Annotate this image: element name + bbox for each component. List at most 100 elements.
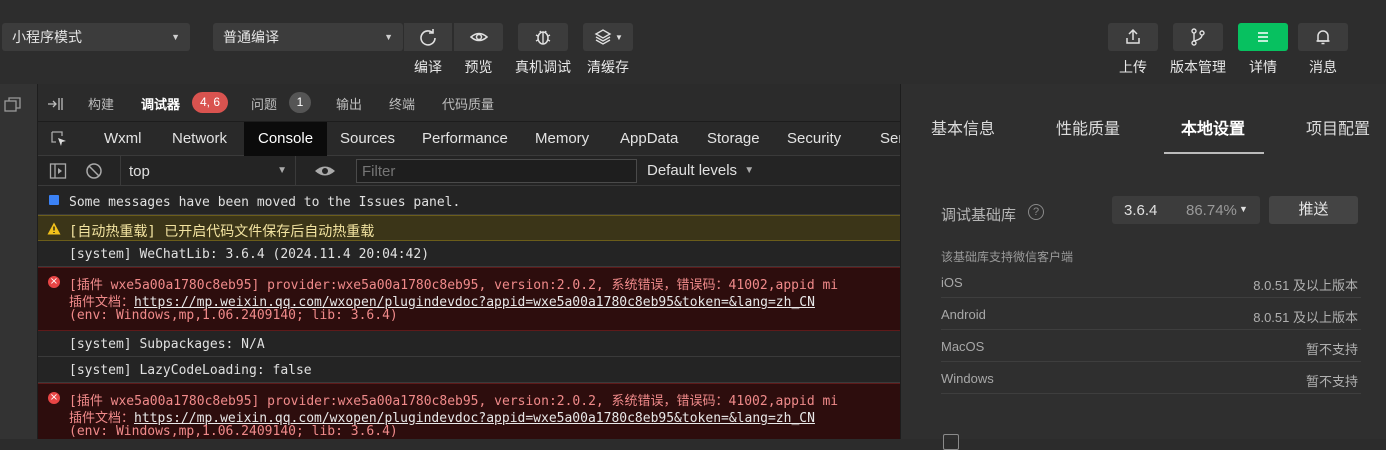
devtools-panel: 构建 调试器 4, 6 问题 1 输出 终端 代码质量 Wxml Network… <box>38 84 900 439</box>
help-icon[interactable]: ? <box>1028 204 1044 220</box>
refresh-icon <box>420 29 436 46</box>
lib-version-select[interactable]: 3.6.4 86.74% ▼ <box>1112 196 1260 224</box>
platform-windows-value: 暂不支持 <box>1305 374 1358 389</box>
project-settings-panel: 基本信息 性能质量 本地设置 项目配置 调试基础库 ? 3.6.4 86.74%… <box>900 84 1386 450</box>
clear-cache-button[interactable]: ▼ <box>583 23 633 51</box>
divider <box>941 361 1361 362</box>
tab-performance-quality[interactable]: 性能质量 <box>1056 115 1120 139</box>
details-label: 详情 <box>1249 59 1277 75</box>
log-text: [自动热重载] 已开启代码文件保存后自动热重载 <box>69 224 375 240</box>
mode-select[interactable]: 小程序模式 ▼ <box>2 23 190 51</box>
tab-project-config[interactable]: 项目配置 <box>1306 115 1370 139</box>
tab-code-quality[interactable]: 代码质量 <box>442 94 494 113</box>
eye-icon <box>469 32 488 42</box>
divider <box>941 329 1361 330</box>
console-log: Some messages have been moved to the Iss… <box>38 187 900 439</box>
console-toolbar: top ▼ Default levels ▼ <box>38 156 900 186</box>
issues-count-badge: 1 <box>289 92 311 113</box>
chevron-down-icon: ▼ <box>277 165 287 176</box>
chevron-down-icon: ▼ <box>171 32 180 42</box>
menu-icon <box>1258 32 1268 42</box>
settings-checkbox[interactable] <box>943 434 959 450</box>
debugger-count-badge: 4, 6 <box>192 92 228 113</box>
support-heading: 该基础库支持微信客户端 <box>941 250 1074 264</box>
log-env-text: (env: Windows,mp,1.06.2409140; lib: 3.6.… <box>69 308 398 323</box>
windows-icon[interactable] <box>4 96 22 114</box>
platform-ios-label: iOS <box>941 275 963 290</box>
bug-icon <box>535 30 551 45</box>
divider <box>941 393 1361 394</box>
bell-icon <box>1316 30 1330 45</box>
preview-label: 预览 <box>464 59 493 75</box>
context-select[interactable]: top ▼ <box>120 156 296 186</box>
tab-local-settings[interactable]: 本地设置 <box>1181 115 1245 139</box>
tab-appdata[interactable]: AppData <box>609 122 689 156</box>
context-select-value: top <box>129 163 150 180</box>
tab-security[interactable]: Security <box>776 122 852 156</box>
chevron-down-icon: ▼ <box>384 32 393 42</box>
log-row-error: × [插件 wxe5a00a1780c8eb95] provider:wxe5a… <box>38 383 900 439</box>
platform-android-value: 8.0.51 及以上版本 <box>1253 310 1358 325</box>
layers-icon <box>594 29 612 45</box>
clear-console-icon[interactable] <box>85 162 103 180</box>
tab-performance[interactable]: Performance <box>412 122 518 156</box>
compile-select[interactable]: 普通编译 ▼ <box>213 23 403 51</box>
upload-icon <box>1126 28 1140 44</box>
inspect-element-icon[interactable] <box>50 130 68 148</box>
log-levels-select[interactable]: Default levels ▼ <box>647 156 754 186</box>
tab-console[interactable]: Console <box>244 122 328 156</box>
platform-windows-label: Windows <box>941 371 994 386</box>
clear-cache-label: 清缓存 <box>587 59 629 75</box>
push-button[interactable]: 推送 <box>1269 196 1358 224</box>
tab-build[interactable]: 构建 <box>88 94 114 113</box>
remote-debug-button[interactable] <box>518 23 568 51</box>
log-env-text: (env: Windows,mp,1.06.2409140; lib: 3.6.… <box>69 424 398 439</box>
log-row: [system] LazyCodeLoading: false <box>38 357 900 383</box>
preview-button[interactable] <box>454 23 503 51</box>
version-label: 版本管理 <box>1170 59 1226 75</box>
lib-version-value: 3.6.4 <box>1124 202 1158 219</box>
log-row: Some messages have been moved to the Iss… <box>38 187 900 215</box>
tab-debugger[interactable]: 调试器 <box>141 94 180 113</box>
top-toolbar: 小程序模式 ▼ 普通编译 ▼ ▼ 编译 预览 真机调试 清缓存 上传 版本管理 … <box>0 0 1386 84</box>
log-row-error: × [插件 wxe5a00a1780c8eb95] provider:wxe5a… <box>38 267 900 331</box>
compile-button[interactable] <box>404 23 452 51</box>
log-row: [system] Subpackages: N/A <box>38 331 900 357</box>
platform-ios-value: 8.0.51 及以上版本 <box>1253 278 1358 293</box>
warning-icon <box>47 222 61 235</box>
messages-button[interactable] <box>1298 23 1348 51</box>
tab-issues[interactable]: 问题 <box>251 94 277 113</box>
branch-icon <box>1191 28 1205 46</box>
tab-wxml[interactable]: Wxml <box>93 122 153 156</box>
tab-network[interactable]: Network <box>161 122 238 156</box>
dock-toggle-icon[interactable] <box>47 96 65 112</box>
mode-select-value: 小程序模式 <box>12 29 82 45</box>
details-button[interactable] <box>1238 23 1288 51</box>
tab-sources[interactable]: Sources <box>330 122 405 156</box>
log-text: [system] LazyCodeLoading: false <box>69 363 312 378</box>
error-icon: × <box>48 392 60 404</box>
log-levels-value: Default levels <box>647 162 738 179</box>
filter-input[interactable] <box>356 159 637 183</box>
live-expression-eye-icon[interactable] <box>314 163 336 179</box>
messages-label: 消息 <box>1309 59 1337 75</box>
devtools-tab-bar: Wxml Network Console Sources Performance… <box>38 122 900 156</box>
log-row: [system] WeChatLib: 3.6.4 (2024.11.4 20:… <box>38 241 900 267</box>
chevron-down-icon: ▼ <box>744 165 755 176</box>
tab-output[interactable]: 输出 <box>336 94 362 113</box>
tab-terminal[interactable]: 终端 <box>389 94 415 113</box>
tab-storage[interactable]: Storage <box>696 122 771 156</box>
tab-basic-info[interactable]: 基本信息 <box>931 115 995 139</box>
sidebar-toggle-icon[interactable] <box>49 162 67 180</box>
log-text: [system] Subpackages: N/A <box>69 337 265 352</box>
log-text: Some messages have been moved to the Iss… <box>69 195 461 210</box>
remote-debug-label: 真机调试 <box>515 59 571 75</box>
platform-macos-label: MacOS <box>941 339 985 354</box>
left-rail <box>0 84 38 439</box>
upload-button[interactable] <box>1108 23 1158 51</box>
tab-memory[interactable]: Memory <box>524 122 600 156</box>
tab-sensors[interactable]: Sen <box>869 122 900 156</box>
version-button[interactable] <box>1173 23 1223 51</box>
log-text: [system] WeChatLib: 3.6.4 (2024.11.4 20:… <box>69 247 430 262</box>
divider <box>941 297 1361 298</box>
